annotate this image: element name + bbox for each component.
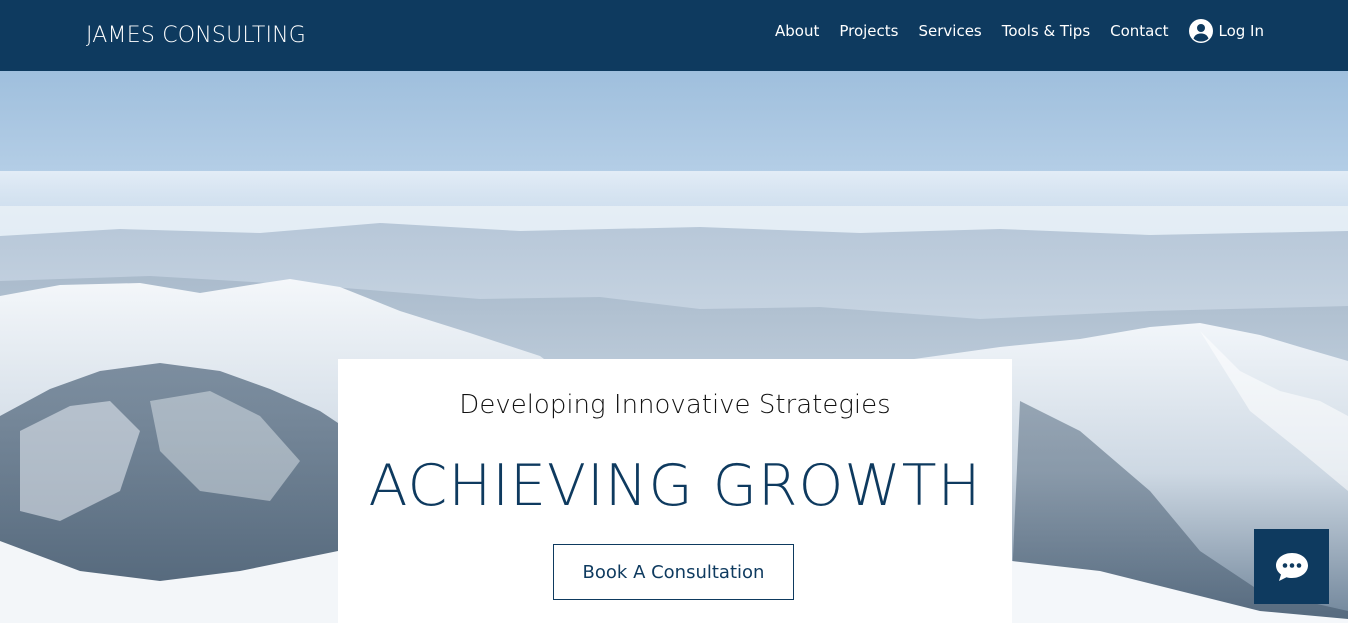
nav-services[interactable]: Services: [918, 17, 981, 45]
main-nav: About Projects Services Tools & Tips Con…: [755, 17, 1264, 45]
chat-button[interactable]: [1254, 529, 1329, 604]
login-label: Log In: [1218, 22, 1265, 40]
user-account-icon: [1188, 19, 1213, 43]
book-consultation-button[interactable]: Book A Consultation: [553, 544, 794, 600]
hero-card: Developing Innovative Strategies ACHIEVI…: [338, 359, 1012, 623]
nav-contact[interactable]: Contact: [1110, 17, 1168, 45]
page: JAMES CONSULTING About Projects Services…: [0, 0, 1348, 623]
nav-projects[interactable]: Projects: [839, 17, 898, 45]
site-logo[interactable]: JAMES CONSULTING: [86, 22, 306, 50]
hero-headline: ACHIEVING GROWTH: [368, 453, 982, 519]
hero-section: Developing Innovative Strategies ACHIEVI…: [0, 71, 1348, 623]
chat-bubble-icon: [1275, 552, 1308, 581]
site-header: JAMES CONSULTING About Projects Services…: [0, 0, 1348, 71]
hero-subtitle: Developing Innovative Strategies: [459, 390, 891, 420]
login-button[interactable]: Log In: [1188, 19, 1265, 43]
nav-tools-tips[interactable]: Tools & Tips: [1002, 17, 1090, 45]
nav-about[interactable]: About: [775, 17, 819, 45]
